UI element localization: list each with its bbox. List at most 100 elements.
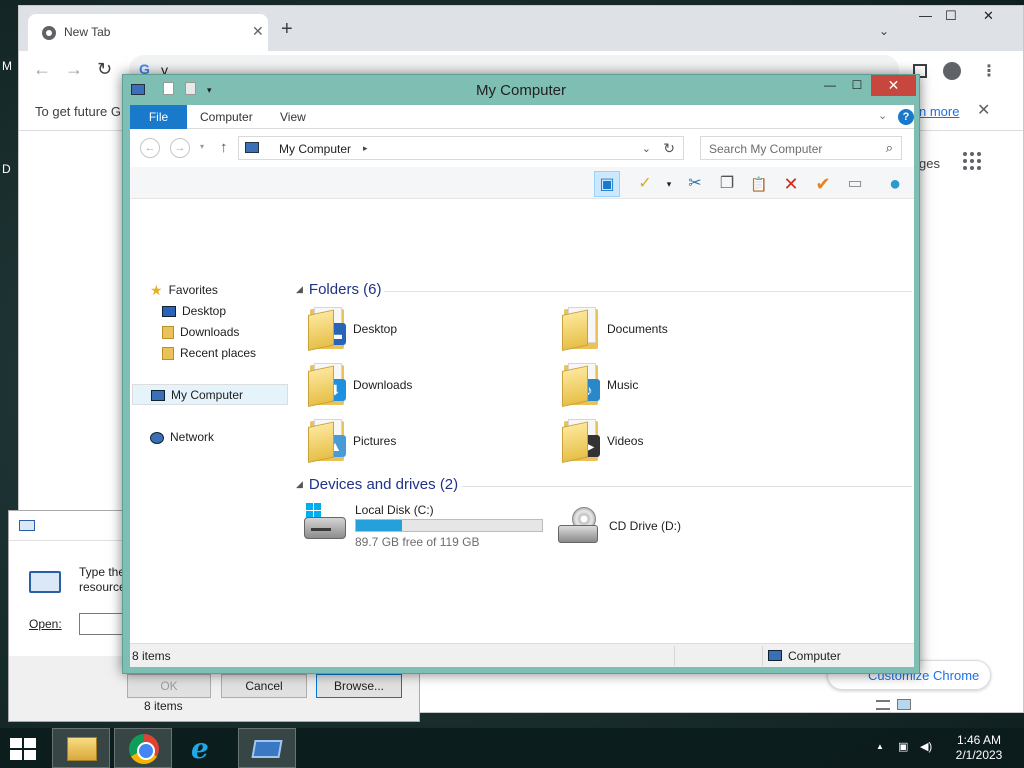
help-icon[interactable]: ? (898, 109, 914, 125)
explorer-maximize-button[interactable]: ☐ (842, 75, 872, 96)
breadcrumb-my-computer[interactable]: My Computer (279, 142, 351, 156)
google-apps-icon[interactable] (963, 152, 983, 172)
group-title: Folders (6) (308, 281, 382, 298)
taskbar-clock[interactable]: 1:46 AM 2/1/2023 (944, 733, 1014, 763)
collapse-icon[interactable]: ◢ (296, 284, 303, 294)
new-tab-button[interactable]: + (281, 19, 293, 39)
chrome-tab-new-tab[interactable]: New Tab ✕ (28, 14, 268, 51)
ntp-images-link[interactable]: ges (919, 156, 940, 171)
run-open-label: Open: (29, 617, 62, 631)
infobar-learn-more-link[interactable]: n more (919, 104, 959, 119)
status-bar: 8 items Computer (130, 643, 914, 667)
windows-start-icon (10, 738, 38, 760)
large-icons-view-icon[interactable] (897, 699, 912, 710)
drive-free-space: 89.7 GB free of 119 GB (355, 535, 480, 549)
map-drive-icon[interactable]: ▭ (842, 171, 868, 197)
ribbon-expand-icon[interactable]: ⌄ (878, 109, 887, 122)
group-header-folders[interactable]: ◢ Folders (6) (296, 281, 381, 298)
delete-icon[interactable]: ✕ (778, 171, 804, 197)
explorer-close-button[interactable]: ✕ (871, 75, 916, 96)
address-bar[interactable]: My Computer ▸ ⌄ ↻ (238, 136, 684, 160)
run-program-icon (29, 571, 61, 593)
desktop-edge-text: M (2, 59, 12, 73)
network-icon (150, 431, 164, 444)
search-box[interactable]: Search My Computer ⌕ (700, 136, 902, 160)
taskbar-file-explorer[interactable] (52, 728, 110, 768)
drive-cd-d[interactable]: CD Drive (D:) (554, 503, 754, 549)
nav-favorites[interactable]: ★ Favorites (150, 280, 218, 301)
computer-icon (768, 650, 782, 661)
taskbar-run[interactable] (238, 728, 296, 768)
tab-computer[interactable]: Computer (200, 105, 253, 129)
status-item-count: 8 items (132, 649, 171, 663)
explorer-minimize-button[interactable]: — (815, 75, 845, 96)
chrome-tab-close-icon[interactable]: ✕ (252, 23, 268, 40)
chrome-minimize-button[interactable]: — (919, 8, 932, 23)
taskbar: e ▲ ▣ ◀) 1:46 AM 2/1/2023 (0, 728, 1024, 768)
tab-view[interactable]: View (280, 105, 306, 129)
up-icon[interactable]: ↑ (220, 139, 228, 156)
cut-icon[interactable]: ✂ (682, 171, 708, 197)
chrome-close-button[interactable]: ✕ (983, 8, 994, 24)
status-separator (762, 646, 763, 666)
taskbar-chrome[interactable] (114, 728, 172, 768)
nav-desktop[interactable]: Desktop (162, 301, 226, 322)
preview-pane-icon[interactable]: ▣ (594, 171, 620, 197)
explorer-titlebar[interactable]: ▾ My Computer — ☐ ✕ (123, 75, 919, 105)
folder-tile[interactable]: ▲ Pictures (300, 417, 550, 469)
network-tray-icon[interactable]: ▣ (898, 740, 908, 753)
item-count: 8 items (144, 699, 183, 713)
folder-tile[interactable]: ▬ Desktop (300, 305, 550, 357)
folder-name: Downloads (353, 378, 413, 392)
chrome-maximize-button[interactable]: ☐ (945, 8, 957, 24)
chrome-menu-icon[interactable]: ⋮ (981, 61, 997, 81)
desktop-icon (162, 306, 176, 318)
properties-icon[interactable]: ✓ (632, 171, 658, 197)
drive-local-disk-c[interactable]: Local Disk (C:) 89.7 GB free of 119 GB (300, 503, 550, 549)
details-view-icon[interactable] (876, 699, 912, 713)
tab-file[interactable]: File (130, 105, 187, 129)
nav-network[interactable]: Network (150, 427, 214, 448)
forward-icon[interactable]: → (170, 138, 190, 158)
nav-recent-places[interactable]: Recent places (162, 343, 256, 364)
folder-tile[interactable]: ♪ Music (554, 361, 804, 413)
rename-icon[interactable]: ✔ (810, 171, 836, 197)
run-cancel-button[interactable]: Cancel (221, 674, 307, 698)
file-explorer-icon (67, 737, 97, 761)
refresh-icon[interactable]: ↻ (663, 140, 675, 157)
group-header-devices[interactable]: ◢ Devices and drives (2) (296, 476, 458, 493)
volume-icon[interactable]: ◀) (920, 740, 932, 753)
drive-name: Local Disk (C:) (355, 503, 434, 517)
folder-icon: ▲ (308, 417, 346, 463)
search-icon[interactable]: ⌕ (886, 140, 893, 156)
chrome-forward-icon[interactable]: → (65, 59, 83, 80)
folder-icon: ▬ (308, 305, 346, 351)
profile-avatar[interactable] (943, 62, 961, 80)
folder-tile[interactable]: ⬇ Downloads (300, 361, 550, 413)
properties-dropdown-icon[interactable]: ▾ (656, 171, 682, 197)
show-hidden-icons[interactable]: ▲ (876, 742, 884, 751)
nav-label: Downloads (180, 325, 240, 339)
start-button[interactable] (0, 728, 48, 768)
back-icon[interactable]: ← (140, 138, 160, 158)
run-icon (19, 520, 35, 531)
run-browse-button[interactable]: Browse... (316, 674, 402, 698)
folder-tile[interactable]: Documents (554, 305, 804, 357)
folder-tile[interactable]: ▶ Videos (554, 417, 804, 469)
infobar-close-icon[interactable]: ✕ (977, 100, 990, 120)
copy-icon[interactable]: ❐ (714, 171, 740, 197)
address-dropdown-icon[interactable]: ⌄ (642, 142, 651, 155)
nav-my-computer[interactable]: My Computer (132, 384, 288, 405)
chrome-back-icon[interactable]: ← (33, 59, 51, 80)
network-globe-icon[interactable]: ● (882, 171, 908, 197)
taskbar-internet-explorer[interactable]: e (176, 728, 234, 768)
breadcrumb-arrow-icon[interactable]: ▸ (363, 143, 368, 154)
chrome-reload-icon[interactable]: ↻ (97, 59, 112, 80)
tab-search-icon[interactable]: ⌄ (879, 24, 889, 38)
run-ok-button[interactable]: OK (127, 674, 211, 698)
paste-icon[interactable]: 📋 (746, 171, 772, 197)
nav-downloads[interactable]: Downloads (162, 322, 239, 343)
collapse-icon[interactable]: ◢ (296, 479, 303, 489)
recent-locations-icon[interactable]: ▾ (200, 142, 204, 151)
nav-label: Network (170, 430, 215, 444)
